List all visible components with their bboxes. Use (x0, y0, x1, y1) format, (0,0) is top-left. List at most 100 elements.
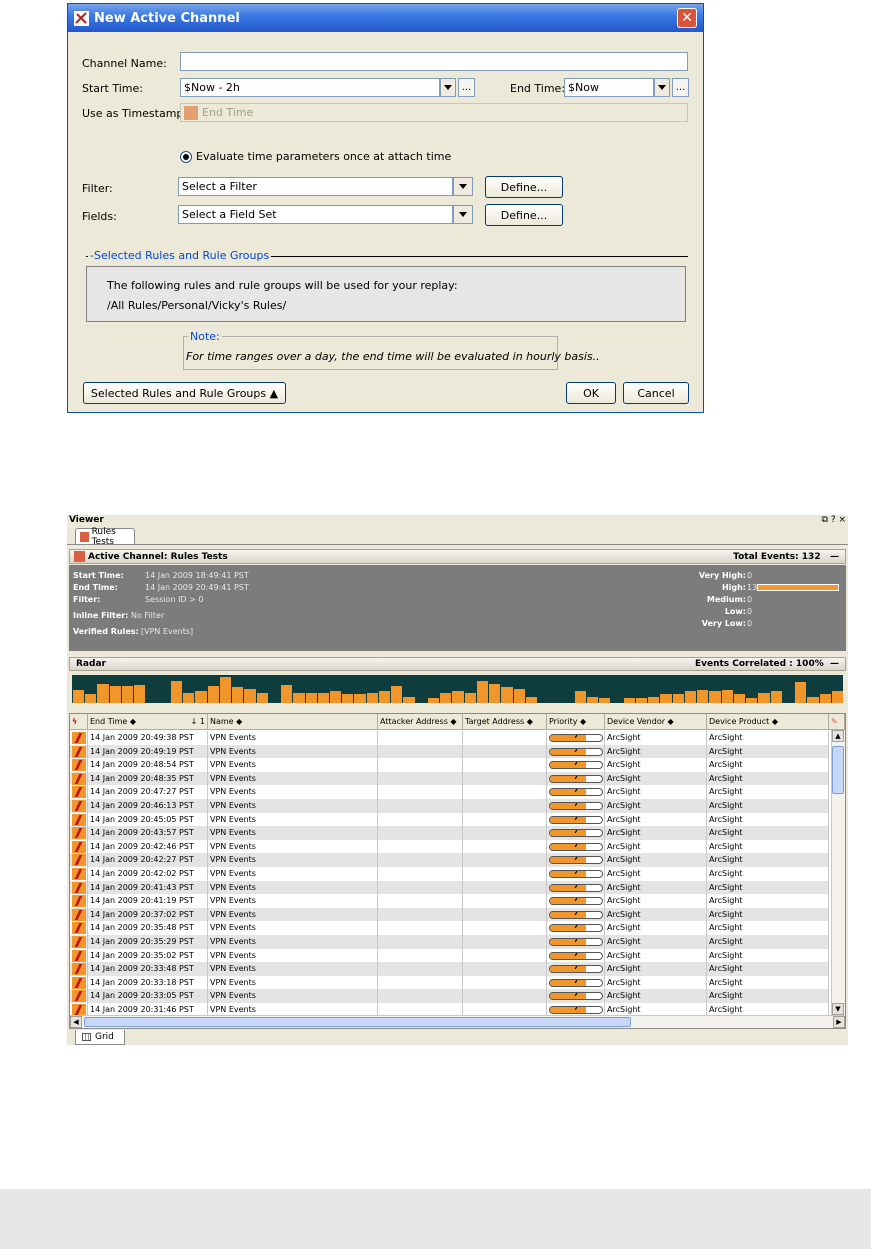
table-row[interactable]: 14 Jan 2009 20:42:02 PST VPN Events 7 Ar… (70, 867, 829, 881)
radar-header[interactable]: Radar Events Correlated : 100% — (69, 657, 846, 671)
row-event-cell (70, 907, 88, 922)
evaluate-once-radio[interactable] (180, 151, 192, 163)
start-time-more-button[interactable]: ... (458, 78, 475, 97)
attacker-address-cell (378, 826, 463, 840)
fields-select[interactable]: Select a Field Set (178, 205, 453, 224)
table-row[interactable]: 14 Jan 2009 20:35:02 PST VPN Events 7 Ar… (70, 948, 829, 963)
name-cell: VPN Events (208, 799, 378, 813)
table-row[interactable]: 14 Jan 2009 20:43:57 PST VPN Events 7 Ar… (70, 826, 829, 840)
vertical-scroll-thumb[interactable] (832, 746, 844, 794)
timestamp-label: Use as Timestamp: (82, 107, 188, 120)
table-row[interactable]: 14 Jan 2009 20:33:48 PST VPN Events 7 Ar… (70, 962, 829, 976)
priority-cell: 7 (547, 935, 605, 949)
priority-cell: 7 (547, 921, 605, 935)
table-row[interactable]: 14 Jan 2009 20:47:27 PST VPN Events 7 Ar… (70, 785, 829, 799)
end-time-cell: 14 Jan 2009 20:42:46 PST (88, 839, 208, 854)
column-header-attacker-address[interactable]: Attacker Address ◆ (378, 714, 463, 730)
end-time-dropdown-icon[interactable] (654, 78, 670, 97)
priority-value: 7 (573, 992, 579, 999)
target-address-cell (463, 894, 547, 908)
timestamp-select: End Time (180, 103, 688, 122)
radar-bar (807, 696, 819, 703)
radar-bar (452, 691, 464, 703)
table-row[interactable]: 14 Jan 2009 20:42:27 PST VPN Events 7 Ar… (70, 853, 829, 867)
radar-bar (513, 688, 525, 703)
channel-info-panel: Start Time: 14 Jan 2009 18:49:41 PST End… (69, 565, 846, 651)
radar-bar (501, 687, 513, 703)
table-row[interactable]: 14 Jan 2009 20:49:19 PST VPN Events 7 Ar… (70, 744, 829, 759)
table-row[interactable]: 14 Jan 2009 20:35:29 PST VPN Events 7 Ar… (70, 935, 829, 949)
priority-value: 7 (573, 761, 579, 768)
column-header-end-time[interactable]: End Time ◆ ↓ 1 (88, 714, 208, 730)
fields-define-button[interactable]: Define... (485, 204, 563, 226)
row-event-cell (70, 826, 88, 840)
column-header-device-vendor[interactable]: Device Vendor ◆ (605, 714, 707, 730)
start-time-field[interactable]: $Now - 2h (180, 78, 440, 97)
collapse-icon[interactable]: — (830, 552, 839, 562)
table-row[interactable]: 14 Jan 2009 20:49:38 PST VPN Events 7 Ar… (70, 731, 829, 745)
device-product-cell: ArcSight (707, 907, 829, 922)
scroll-left-icon[interactable]: ◀ (70, 1016, 82, 1028)
filter-dropdown-icon[interactable] (453, 177, 473, 196)
scroll-down-icon[interactable]: ▼ (832, 1003, 844, 1015)
column-header-target-address[interactable]: Target Address ◆ (463, 714, 547, 730)
radar-bar (244, 688, 256, 703)
table-row[interactable]: 14 Jan 2009 20:48:54 PST VPN Events 7 Ar… (70, 758, 829, 772)
attacker-address-cell (378, 744, 463, 759)
tab-rules-tests[interactable]: Rules Tests (75, 527, 135, 547)
tab-grid[interactable]: Grid (75, 1030, 125, 1045)
table-row[interactable]: 14 Jan 2009 20:41:19 PST VPN Events 7 Ar… (70, 894, 829, 908)
start-time-dropdown-icon[interactable] (440, 78, 456, 97)
attacker-address-cell (378, 839, 463, 854)
table-row[interactable]: 14 Jan 2009 20:42:46 PST VPN Events 7 Ar… (70, 839, 829, 854)
ok-button[interactable]: OK (566, 382, 616, 404)
target-address-cell (463, 989, 547, 1003)
collapse-icon[interactable]: — (830, 659, 839, 669)
device-vendor-cell: ArcSight (605, 731, 707, 745)
table-row[interactable]: 14 Jan 2009 20:45:05 PST VPN Events 7 Ar… (70, 812, 829, 827)
channel-name-input[interactable] (180, 52, 688, 71)
priority-cell: 7 (547, 894, 605, 908)
rules-path: /All Rules/Personal/Vicky's Rules/ (107, 299, 287, 312)
severity-label: Very High: (698, 571, 746, 580)
column-header-icon[interactable]: ϟ (70, 714, 88, 730)
scroll-right-icon[interactable]: ▶ (833, 1016, 845, 1028)
attacker-address-cell (378, 812, 463, 827)
table-row[interactable]: 14 Jan 2009 20:48:35 PST VPN Events 7 Ar… (70, 771, 829, 786)
close-icon[interactable]: ✕ (677, 8, 697, 28)
fields-dropdown-icon[interactable] (453, 205, 473, 224)
column-header-name[interactable]: Name ◆ (208, 714, 378, 730)
horizontal-scroll-thumb[interactable] (84, 1017, 631, 1027)
column-settings-icon[interactable]: ✎ (829, 714, 845, 730)
radar-bar (599, 697, 611, 703)
table-row[interactable]: 14 Jan 2009 20:46:13 PST VPN Events 7 Ar… (70, 799, 829, 813)
viewer-window-controls[interactable]: ⧉ ? × (822, 515, 846, 525)
priority-bar: 7 (549, 1006, 603, 1014)
priority-cell: 7 (547, 771, 605, 786)
table-row[interactable]: 14 Jan 2009 20:35:48 PST VPN Events 7 Ar… (70, 921, 829, 935)
cancel-button[interactable]: Cancel (623, 382, 689, 404)
table-row[interactable]: 14 Jan 2009 20:41:43 PST VPN Events 7 Ar… (70, 880, 829, 895)
priority-value: 7 (573, 1006, 579, 1012)
radar-bar (219, 677, 232, 703)
table-row[interactable]: 14 Jan 2009 20:37:02 PST VPN Events 7 Ar… (70, 907, 829, 922)
vertical-scrollbar[interactable]: ▲ ▼ (831, 730, 845, 1015)
scroll-up-icon[interactable]: ▲ (832, 730, 844, 742)
table-row[interactable]: 14 Jan 2009 20:33:05 PST VPN Events 7 Ar… (70, 989, 829, 1003)
horizontal-scrollbar[interactable]: ◀ ▶ (70, 1015, 845, 1028)
column-header-device-product[interactable]: Device Product ◆ (707, 714, 829, 730)
active-channel-header[interactable]: Active Channel: Rules Tests Total Events… (69, 549, 846, 564)
end-time-more-button[interactable]: ... (672, 78, 689, 97)
radar-bar (525, 696, 538, 703)
attacker-address-cell (378, 867, 463, 881)
rules-toggle-button[interactable]: Selected Rules and Rule Groups ▲ (83, 382, 286, 404)
table-row[interactable]: 14 Jan 2009 20:33:18 PST VPN Events 7 Ar… (70, 975, 829, 990)
filter-define-button[interactable]: Define... (485, 176, 563, 198)
attacker-address-cell (378, 894, 463, 908)
filter-select[interactable]: Select a Filter (178, 177, 453, 196)
end-time-field[interactable]: $Now (564, 78, 654, 97)
column-header-priority[interactable]: Priority ◆ (547, 714, 605, 730)
device-vendor-cell: ArcSight (605, 867, 707, 881)
radar-bar (207, 686, 219, 703)
dialog-title-bar[interactable]: New Active Channel (68, 4, 703, 32)
